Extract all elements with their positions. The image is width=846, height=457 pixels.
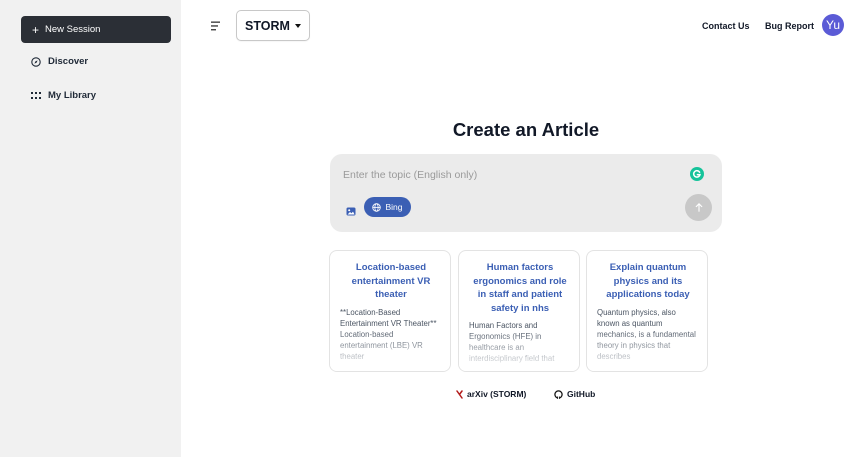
github-label: GitHub [567,389,596,399]
sidebar: + New Session Discover My Library [0,0,181,457]
grammarly-icon[interactable] [690,167,704,181]
topic-input[interactable] [343,166,673,184]
bug-report-link[interactable]: Bug Report [765,21,814,31]
example-card[interactable]: Explain quantum physics and its applicat… [586,250,708,372]
plus-icon: + [32,22,40,37]
sidebar-item-discover[interactable]: Discover [31,56,88,67]
sidebar-item-label: Discover [48,56,89,67]
compass-icon [31,56,43,67]
card-title: Explain quantum physics and its applicat… [606,262,690,300]
card-title: Human factors ergonomics and role in sta… [473,262,567,314]
search-engine-button[interactable]: Bing [364,197,411,217]
caret-down-icon [294,23,301,28]
submit-button[interactable] [685,194,712,221]
arrow-up-icon [695,203,702,212]
sidebar-item-my-library[interactable]: My Library [31,90,96,101]
search-engine-label: Bing [385,202,403,212]
image-icon[interactable] [346,203,356,216]
new-session-button[interactable]: + New Session [21,16,171,43]
product-menu-button[interactable]: STORM [236,10,310,41]
new-session-label: New Session [45,24,101,35]
example-card[interactable]: Location-based entertainment VR theater … [329,250,451,372]
example-card[interactable]: Human factors ergonomics and role in sta… [458,250,580,372]
card-snippet: Human Factors and Ergonomics (HFE) in he… [469,321,555,363]
card-snippet: **Location-Based Entertainment VR Theate… [340,307,437,361]
page-title: Create an Article [452,119,600,140]
avatar[interactable]: Yu [822,14,844,36]
arxiv-icon [456,389,463,399]
topic-input-box: Bing [330,154,722,232]
product-menu-label: STORM [245,18,290,33]
github-icon [554,389,563,399]
globe-icon [372,202,382,212]
arxiv-link[interactable]: arXiv (STORM) [456,389,526,399]
contact-us-link[interactable]: Contact Us [702,21,750,31]
github-link[interactable]: GitHub [554,389,595,399]
app-root: + New Session Discover My Library STORM … [0,0,846,457]
sidebar-item-label: My Library [48,90,97,101]
arxiv-label: arXiv (STORM) [467,389,527,399]
card-title: Location-based entertainment VR theater [351,262,431,300]
card-snippet: Quantum physics, also known as quantum m… [597,307,696,361]
menu-toggle-icon[interactable] [211,18,223,31]
grid-icon [31,91,43,100]
